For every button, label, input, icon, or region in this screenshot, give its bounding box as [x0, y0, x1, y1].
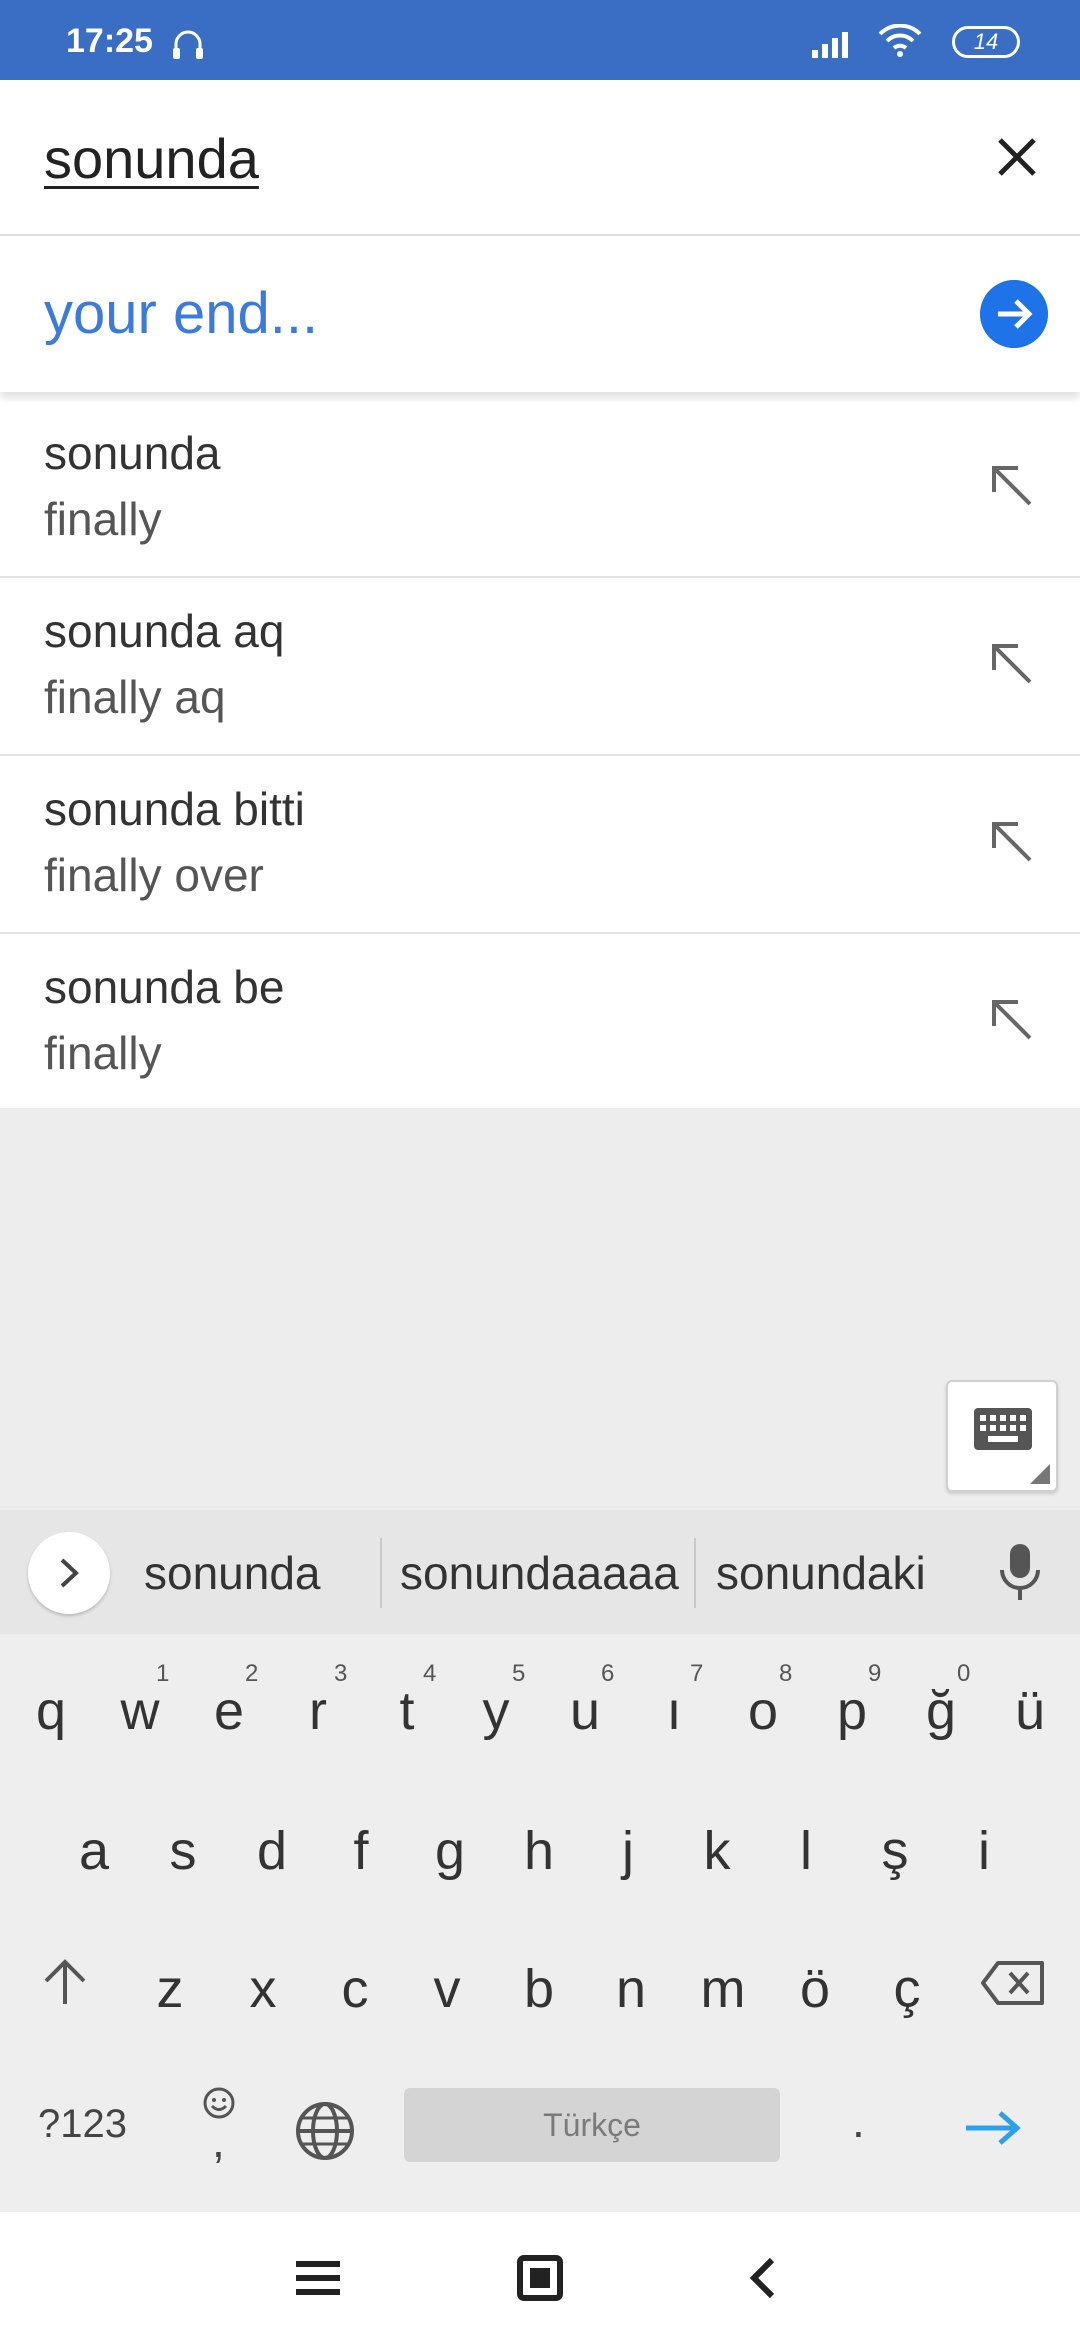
wifi-icon — [878, 24, 922, 57]
search-bar[interactable]: sonunda — [0, 80, 1080, 236]
battery-indicator: 14 — [952, 26, 1020, 58]
key-j[interactable]: j — [584, 1820, 672, 1882]
key-a[interactable]: a — [50, 1820, 138, 1882]
backspace-icon[interactable] — [980, 1960, 1046, 2006]
key-o[interactable]: o — [719, 1680, 807, 1742]
key-r[interactable]: r — [274, 1680, 362, 1742]
translation-result[interactable]: your end... — [0, 236, 1080, 392]
key-l[interactable]: l — [762, 1820, 850, 1882]
key-f[interactable]: f — [317, 1820, 405, 1882]
key-u[interactable]: u — [541, 1680, 629, 1742]
keyboard-icon — [974, 1408, 1032, 1450]
status-time: 17:25 — [66, 22, 153, 60]
arrow-up-left-icon[interactable] — [984, 636, 1040, 692]
keyboard: sonunda sonundaaaaa sonundaki q w e r t … — [0, 1510, 1080, 2212]
key-k[interactable]: k — [673, 1820, 761, 1882]
key-e[interactable]: e — [185, 1680, 273, 1742]
key-x[interactable]: x — [219, 1958, 307, 2020]
keyboard-suggestion[interactable]: sonunda — [144, 1546, 321, 1600]
suggestion-target: finally over — [44, 849, 264, 901]
key-d[interactable]: d — [228, 1820, 316, 1882]
key-hint: 2 — [245, 1660, 259, 1687]
suggestion-source: sonunda be — [44, 961, 285, 1013]
key-p[interactable]: p — [808, 1680, 896, 1742]
key-g-breve[interactable]: ğ — [897, 1680, 985, 1742]
search-input[interactable]: sonunda — [44, 126, 259, 191]
key-q[interactable]: q — [7, 1680, 95, 1742]
signal-icon — [812, 32, 848, 58]
expand-suggestions-button[interactable] — [28, 1532, 110, 1614]
key-o-umlaut[interactable]: ö — [771, 1958, 859, 2020]
key-h[interactable]: h — [495, 1820, 583, 1882]
key-s-cedilla[interactable]: ş — [851, 1820, 939, 1882]
globe-icon[interactable] — [294, 2100, 356, 2162]
key-m[interactable]: m — [679, 1958, 767, 2020]
chevron-right-icon — [60, 1558, 79, 1588]
key-hint: 6 — [601, 1660, 615, 1687]
key-u-umlaut[interactable]: ü — [986, 1680, 1074, 1742]
suggestion-source: sonunda aq — [44, 605, 285, 657]
back-icon[interactable] — [738, 2252, 790, 2304]
arrow-up-left-icon[interactable] — [984, 458, 1040, 514]
period-key[interactable]: . — [852, 2094, 865, 2148]
key-t[interactable]: t — [363, 1680, 451, 1742]
shift-icon[interactable] — [40, 1954, 90, 2010]
menu-icon[interactable] — [292, 2252, 344, 2304]
arrow-up-left-icon[interactable] — [984, 992, 1040, 1048]
close-icon[interactable] — [982, 122, 1052, 192]
key-y[interactable]: y — [452, 1680, 540, 1742]
key-hint: 7 — [690, 1660, 704, 1687]
key-hint: 0 — [957, 1660, 971, 1687]
translation-text: your end... — [44, 281, 319, 346]
key-s[interactable]: s — [139, 1820, 227, 1882]
suggestion-item[interactable]: sonunda be finally — [0, 934, 1080, 1112]
key-hint: 1 — [156, 1660, 170, 1687]
key-hint: 5 — [512, 1660, 526, 1687]
status-icons: 14 — [800, 24, 1020, 64]
keyboard-suggestion[interactable]: sonundaki — [716, 1546, 926, 1600]
key-hint: 8 — [779, 1660, 793, 1687]
key-w[interactable]: w — [96, 1680, 184, 1742]
home-icon[interactable] — [514, 2252, 566, 2304]
key-c[interactable]: c — [311, 1958, 399, 2020]
suggestion-item[interactable]: sonunda aq finally aq — [0, 578, 1080, 756]
resize-corner-icon — [1030, 1464, 1050, 1484]
microphone-icon[interactable] — [998, 1542, 1042, 1602]
headset-icon — [173, 30, 203, 59]
empty-area — [0, 1108, 1080, 1510]
status-bar: 17:25 14 — [0, 0, 1080, 80]
suggestion-target: finally aq — [44, 671, 226, 723]
key-dotless-i[interactable]: ı — [630, 1680, 718, 1742]
key-hint: 9 — [868, 1660, 882, 1687]
suggestion-item[interactable]: sonunda finally — [0, 400, 1080, 578]
symbols-key[interactable]: ?123 — [38, 2102, 127, 2147]
suggestion-list: sonunda finally sonunda aq finally aq so… — [0, 400, 1080, 1112]
suggestion-source: sonunda — [44, 427, 221, 479]
key-z[interactable]: z — [126, 1958, 214, 2020]
keyboard-suggestion-strip: sonunda sonundaaaaa sonundaki — [0, 1510, 1080, 1634]
suggestion-target: finally — [44, 493, 162, 545]
key-b[interactable]: b — [495, 1958, 583, 2020]
enter-arrow-icon[interactable] — [962, 2108, 1024, 2148]
suggestion-item[interactable]: sonunda bitti finally over — [0, 756, 1080, 934]
key-v[interactable]: v — [403, 1958, 491, 2020]
navigation-bar — [0, 2212, 1080, 2340]
divider — [380, 1538, 382, 1608]
divider — [694, 1538, 696, 1608]
arrow-right-circle-icon[interactable] — [980, 280, 1048, 348]
suggestion-target: finally — [44, 1027, 162, 1079]
suggestion-source: sonunda bitti — [44, 783, 305, 835]
key-n[interactable]: n — [587, 1958, 675, 2020]
key-hint: 3 — [334, 1660, 348, 1687]
comma-key[interactable]: , — [212, 2114, 225, 2168]
space-bar[interactable]: Türkçe — [404, 2088, 780, 2162]
key-c-cedilla[interactable]: ç — [863, 1958, 951, 2020]
key-i[interactable]: i — [940, 1820, 1028, 1882]
key-hint: 4 — [423, 1660, 437, 1687]
key-g[interactable]: g — [406, 1820, 494, 1882]
keyboard-toggle-button[interactable] — [946, 1380, 1058, 1492]
keyboard-suggestion[interactable]: sonundaaaaa — [400, 1546, 679, 1600]
arrow-up-left-icon[interactable] — [984, 814, 1040, 870]
